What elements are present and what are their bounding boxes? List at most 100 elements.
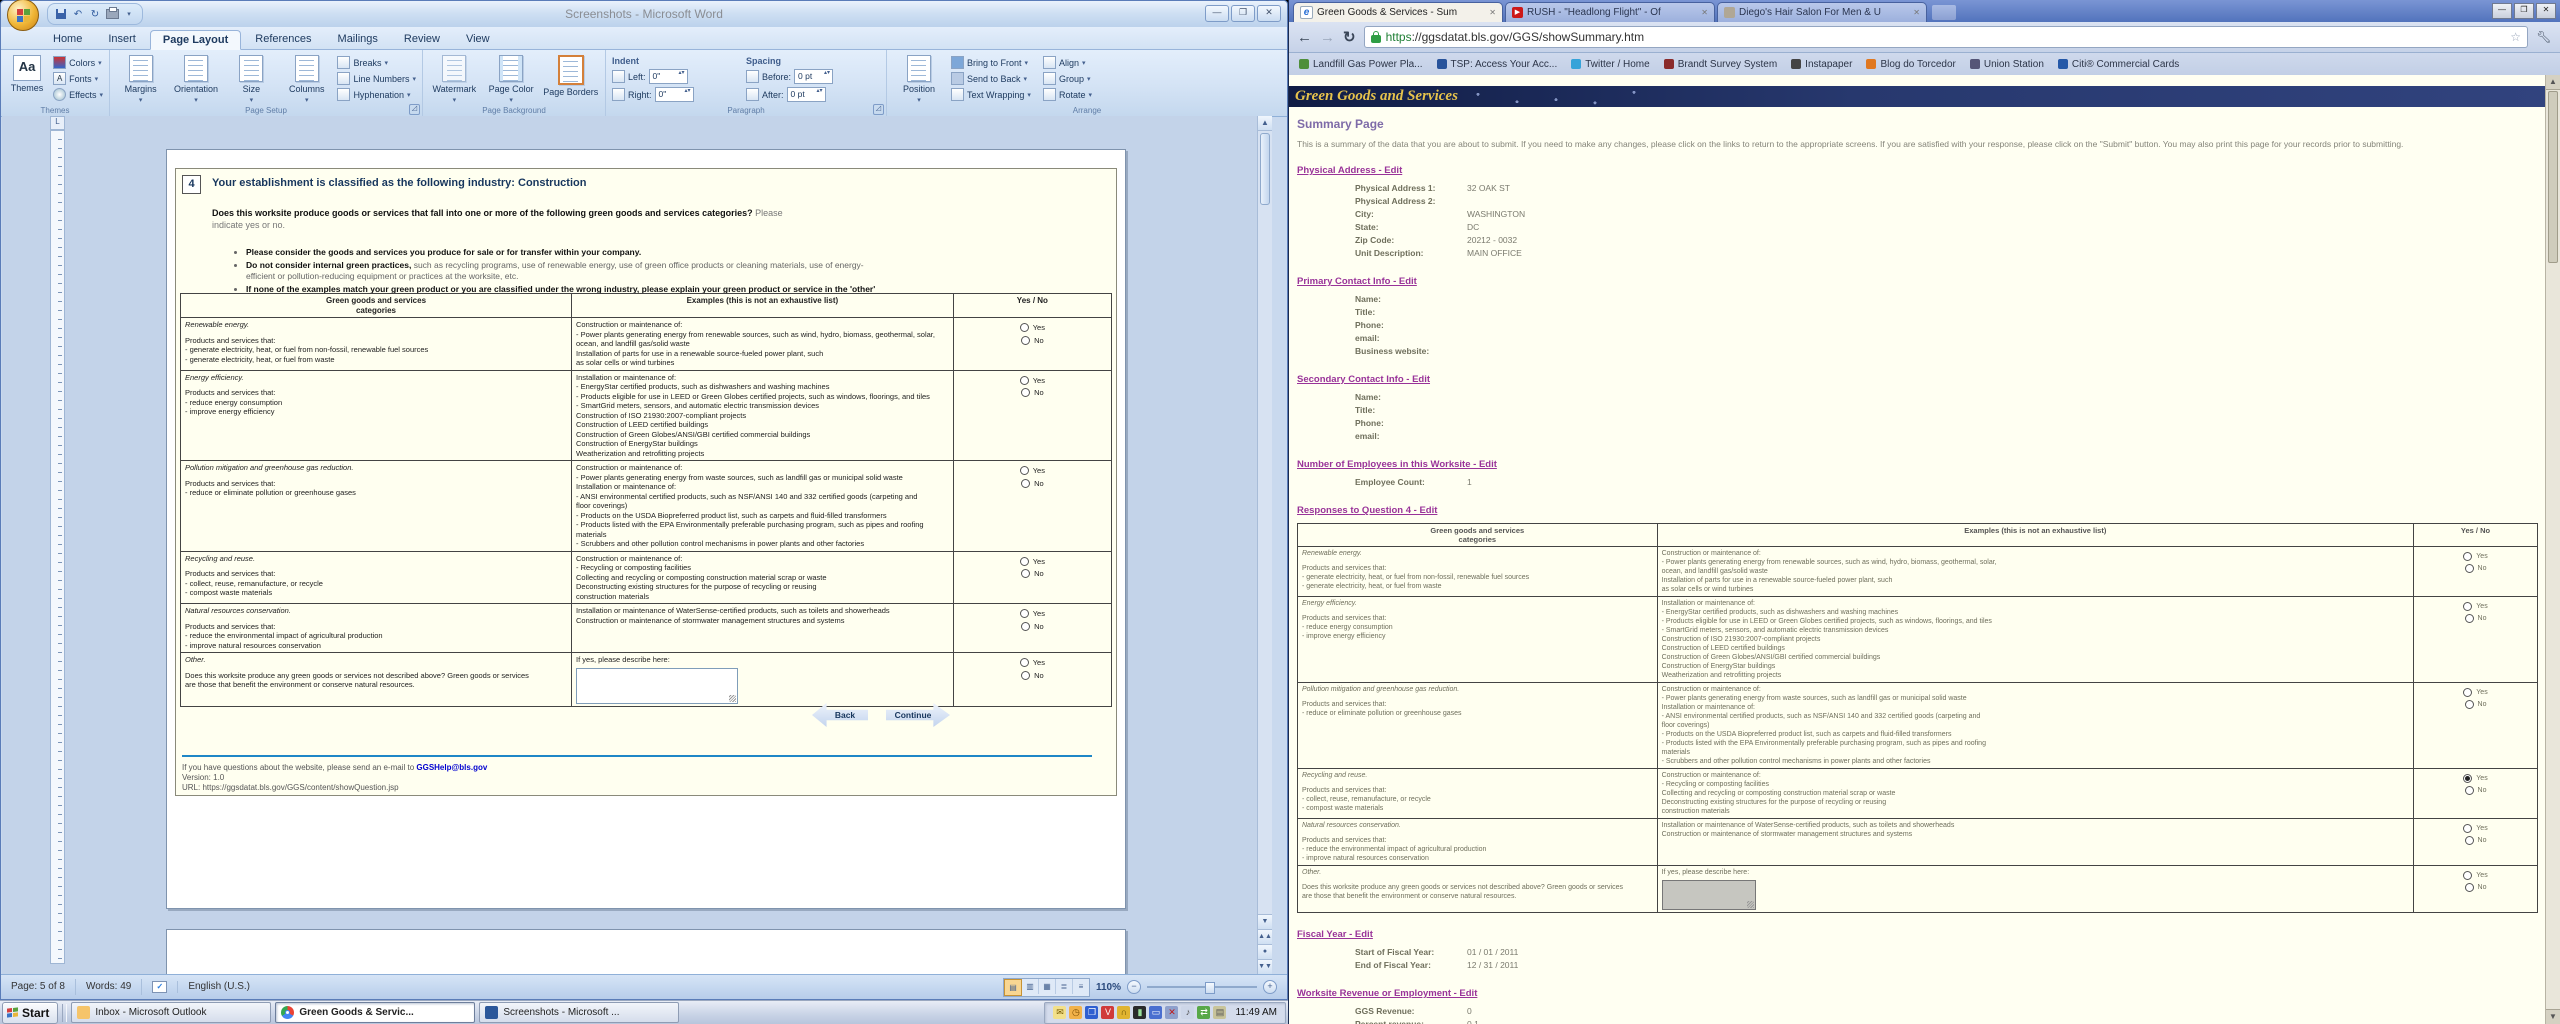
antivirus-shield-icon[interactable]: V [1101, 1006, 1114, 1019]
no-option[interactable]: No [958, 388, 1107, 398]
yes-radio[interactable] [2463, 871, 2472, 880]
undo-icon[interactable]: ↶ [71, 8, 85, 21]
zoom-in-icon[interactable]: + [1263, 980, 1277, 994]
yes-radio[interactable] [1020, 376, 1029, 385]
status-language[interactable]: English (U.S.) [178, 979, 260, 995]
theme-colors-button[interactable]: Colors▾ [53, 56, 103, 69]
yes-option[interactable]: Yes [958, 376, 1107, 386]
yes-option[interactable]: Yes [2418, 688, 2533, 697]
bookmark-star-icon[interactable]: ☆ [2510, 30, 2521, 44]
bookmark-item[interactable]: Union Station [1970, 59, 2044, 70]
indent-left-value[interactable]: 0" [649, 69, 688, 84]
bring-to-front-button[interactable]: Bring to Front▾ [951, 56, 1037, 69]
yes-option[interactable]: Yes [2418, 602, 2533, 611]
other-description-textarea[interactable] [576, 668, 738, 704]
close-button[interactable]: ✕ [1257, 5, 1281, 22]
save-icon[interactable] [54, 8, 68, 21]
section-link-secondary-contact[interactable]: Secondary Contact Info - Edit [1297, 374, 1430, 385]
browser-scroll-down-icon[interactable]: ▼ [2546, 1009, 2560, 1024]
zoom-out-icon[interactable]: − [1127, 980, 1141, 994]
browser-maximize-button[interactable]: ❐ [2514, 3, 2534, 19]
tab-mailings[interactable]: Mailings [326, 30, 390, 49]
print-layout-view-icon[interactable]: ▤ [1004, 979, 1022, 996]
no-radio[interactable] [2465, 700, 2474, 709]
https-padlock-icon[interactable] [1371, 35, 1381, 43]
address-bar[interactable]: https://ggsdatat.bls.gov/GGS/showSummary… [1364, 26, 2528, 48]
rotate-button[interactable]: Rotate▾ [1043, 88, 1103, 101]
no-option[interactable]: No [958, 336, 1107, 346]
quick-print-icon[interactable] [105, 8, 119, 21]
no-option[interactable]: No [958, 569, 1107, 579]
section-link-primary-contact[interactable]: Primary Contact Info - Edit [1297, 276, 1417, 287]
other-description-textarea[interactable] [1662, 880, 1756, 910]
bookmark-item[interactable]: Twitter / Home [1571, 59, 1649, 70]
fax-printer-icon[interactable]: ▤ [1213, 1006, 1226, 1019]
word-scrollbar-thumb[interactable] [1260, 133, 1270, 205]
line-numbers-button[interactable]: Line Numbers▾ [337, 72, 416, 85]
no-radio[interactable] [2465, 786, 2474, 795]
no-radio[interactable] [2465, 614, 2474, 623]
minimize-button[interactable]: — [1205, 5, 1229, 22]
yes-radio[interactable] [1020, 466, 1029, 475]
bookmark-item[interactable]: Landfill Gas Power Pla... [1299, 59, 1423, 70]
zoom-slider-thumb[interactable] [1205, 982, 1215, 994]
yes-radio[interactable] [1020, 323, 1029, 332]
display-settings-icon[interactable]: ▭ [1149, 1006, 1162, 1019]
status-page-number[interactable]: Page: 5 of 8 [1, 979, 76, 995]
bookmark-item[interactable]: Brandt Survey System [1664, 59, 1777, 70]
tab-insert[interactable]: Insert [96, 30, 148, 49]
browser-tab[interactable]: Diego's Hair Salon For Men & U✕ [1717, 2, 1927, 22]
browser-scrollbar-thumb[interactable] [2548, 91, 2558, 263]
yes-radio[interactable] [2463, 688, 2472, 697]
document-page[interactable]: 4 Your establishment is classified as th… [166, 149, 1126, 909]
zoom-slider[interactable] [1147, 986, 1257, 988]
tab-references[interactable]: References [243, 30, 323, 49]
theme-effects-button[interactable]: Effects▾ [53, 88, 103, 101]
no-radio[interactable] [1021, 479, 1030, 488]
reload-icon[interactable]: ↻ [1343, 28, 1356, 46]
indent-left-field[interactable]: Left:0" [612, 69, 740, 84]
yes-option[interactable]: Yes [958, 609, 1107, 619]
browser-minimize-button[interactable]: — [2492, 3, 2512, 19]
yes-option[interactable]: Yes [2418, 774, 2533, 783]
tab-view[interactable]: View [454, 30, 502, 49]
no-option[interactable]: No [2418, 564, 2533, 573]
no-radio[interactable] [2465, 883, 2474, 892]
yes-option[interactable]: Yes [2418, 552, 2533, 561]
taskbar-button[interactable]: Inbox - Microsoft Outlook [71, 1002, 271, 1023]
windows-update-icon[interactable]: ⇄ [1197, 1006, 1210, 1019]
margins-button[interactable]: Margins▾ [116, 53, 165, 104]
browser-tab[interactable]: ▶RUSH - "Headlong Flight" - Of✕ [1505, 2, 1715, 22]
clock[interactable]: 11:49 AM [1235, 1007, 1277, 1018]
theme-fonts-button[interactable]: AFonts▾ [53, 72, 103, 85]
no-option[interactable]: No [958, 479, 1107, 489]
draft-view-icon[interactable]: ≡ [1073, 979, 1089, 994]
previous-page-icon[interactable]: ▲▲ [1258, 929, 1272, 944]
no-radio[interactable] [1021, 622, 1030, 631]
text-wrapping-button[interactable]: Text Wrapping▾ [951, 88, 1037, 101]
back-button[interactable]: Back [812, 703, 868, 727]
section-link-revenue[interactable]: Worksite Revenue or Employment - Edit [1297, 988, 1477, 999]
section-link-responses[interactable]: Responses to Question 4 - Edit [1297, 505, 1437, 516]
status-spellcheck[interactable]: ✓ [142, 981, 178, 993]
yes-radio[interactable] [2463, 774, 2472, 783]
browser-tab[interactable]: eGreen Goods & Services - Sum✕ [1293, 2, 1503, 22]
tab-home[interactable]: Home [41, 30, 94, 49]
bookmark-item[interactable]: TSP: Access Your Acc... [1437, 59, 1558, 70]
restore-button[interactable]: ❐ [1231, 5, 1255, 22]
new-tab-button[interactable] [1932, 5, 1956, 20]
outline-view-icon[interactable]: ≣ [1056, 979, 1073, 994]
full-screen-reading-icon[interactable]: ▥ [1022, 979, 1039, 994]
yes-radio[interactable] [2463, 824, 2472, 833]
yes-option[interactable]: Yes [2418, 824, 2533, 833]
offline-files-icon[interactable]: ❐ [1085, 1006, 1098, 1019]
no-option[interactable]: No [2418, 614, 2533, 623]
scroll-up-icon[interactable]: ▲ [1258, 116, 1272, 131]
tab-stop-selector-icon[interactable]: L [50, 116, 65, 130]
orientation-button[interactable]: Orientation▾ [171, 53, 220, 104]
web-layout-view-icon[interactable]: ▦ [1039, 979, 1056, 994]
wrench-menu-icon[interactable]: 🔧︎ [2536, 29, 2552, 45]
spacing-after-field[interactable]: After:0 pt [746, 87, 874, 102]
yes-option[interactable]: Yes [958, 466, 1107, 476]
redo-icon[interactable]: ↻ [88, 8, 102, 21]
